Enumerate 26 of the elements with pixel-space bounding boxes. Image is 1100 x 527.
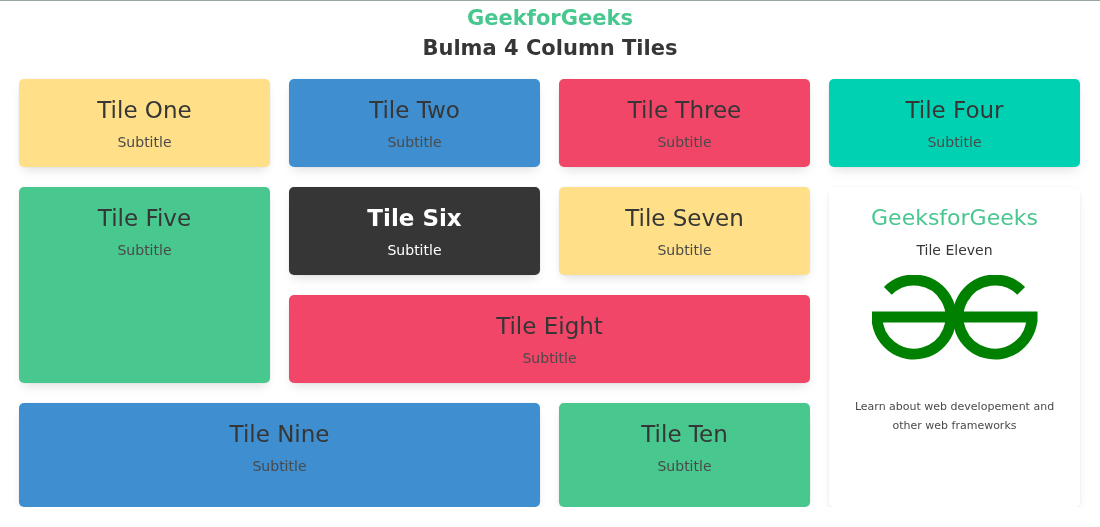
tile-title: Tile Eight	[496, 312, 603, 341]
card-description: Learn about web developement and other web frameworks	[853, 399, 1056, 434]
tile-title: Tile Nine	[229, 420, 330, 449]
tile-title: Tile Six	[367, 204, 462, 233]
tile-subtitle: Subtitle	[657, 133, 712, 151]
tile-title: Tile Seven	[625, 204, 744, 233]
tile-title: Tile Five	[97, 204, 192, 233]
tile-subtitle: Subtitle	[657, 241, 712, 259]
tile-title: Tile One	[97, 96, 192, 125]
tile-title: Tile Two	[369, 96, 460, 125]
card-title: GeeksforGeeks	[871, 204, 1038, 232]
tile-subtitle: Subtitle	[387, 133, 442, 151]
tile-subtitle: Subtitle	[522, 349, 577, 367]
tile-subtitle: Subtitle	[252, 457, 307, 475]
card-subtitle: Tile Eleven	[916, 241, 993, 259]
tile-subtitle: Subtitle	[657, 457, 712, 475]
brand-title: GeekforGeeks	[467, 5, 633, 32]
tile-subtitle: Subtitle	[387, 241, 442, 259]
tile-title: Tile Four	[905, 96, 1004, 125]
tile-subtitle: Subtitle	[927, 133, 982, 151]
tile-title: Tile Three	[627, 96, 742, 125]
page-heading: Bulma 4 Column Tiles	[422, 35, 678, 62]
logo-icon	[871, 275, 1038, 361]
tile-subtitle: Subtitle	[117, 133, 172, 151]
tile-subtitle: Subtitle	[117, 241, 172, 259]
tile-title: Tile Ten	[641, 420, 728, 449]
